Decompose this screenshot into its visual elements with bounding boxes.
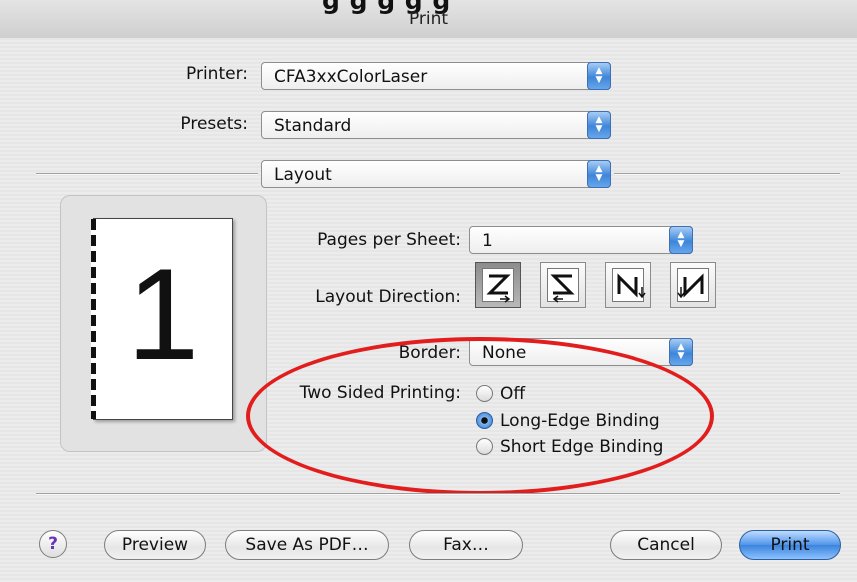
popup-arrows-icon: ▲ ▼ — [669, 226, 693, 254]
reverse-z-order-icon — [550, 274, 575, 303]
cancel-button[interactable]: Cancel — [610, 530, 722, 560]
two-sided-label: Two Sided Printing: — [299, 383, 461, 403]
radio-long-edge-label: Long-Edge Binding — [500, 411, 660, 431]
reverse-n-order-icon — [677, 273, 704, 299]
direction-reverse-z-button[interactable] — [540, 262, 586, 308]
printer-popup[interactable]: CFA3xxColorLaser ▲ ▼ — [261, 62, 611, 90]
presets-label: Presets: — [180, 114, 248, 134]
preview-paper: 1 — [91, 218, 233, 420]
radio-button-selected[interactable] — [476, 412, 493, 429]
printer-value: CFA3xxColorLaser — [274, 67, 428, 87]
separator-left — [36, 173, 258, 175]
layout-direction-label: Layout Direction: — [315, 287, 461, 307]
separator-right — [614, 173, 840, 175]
presets-popup[interactable]: Standard ▲ ▼ — [261, 111, 611, 139]
n-order-icon — [617, 273, 646, 299]
direction-n-button[interactable] — [605, 262, 651, 308]
print-button[interactable]: Print — [739, 530, 841, 560]
help-button[interactable]: ? — [39, 530, 67, 558]
radio-off-label: Off — [500, 384, 526, 404]
printer-label: Printer: — [186, 64, 248, 84]
preview-button[interactable]: Preview — [104, 530, 206, 560]
window-title: Print — [408, 9, 449, 29]
save-as-pdf-button[interactable]: Save As PDF… — [225, 530, 389, 560]
z-order-icon — [486, 274, 511, 303]
pane-value: Layout — [274, 165, 332, 185]
presets-value: Standard — [274, 116, 352, 136]
popup-arrows-icon: ▲ ▼ — [669, 338, 693, 366]
border-value: None — [482, 343, 527, 363]
pages-per-sheet-label: Pages per Sheet: — [317, 230, 461, 250]
direction-z-button[interactable] — [475, 262, 521, 308]
popup-arrows-icon: ▲ ▼ — [587, 111, 611, 139]
popup-arrows-icon: ▲ ▼ — [587, 62, 611, 90]
radio-short-edge-label: Short Edge Binding — [500, 437, 664, 457]
pages-per-sheet-popup[interactable]: 1 ▲ ▼ — [469, 226, 693, 254]
border-label: Border: — [398, 343, 461, 363]
bottom-separator — [36, 493, 840, 495]
popup-arrows-icon: ▲ ▼ — [587, 160, 611, 188]
preview-page-number: 1 — [126, 241, 200, 387]
direction-reverse-n-button[interactable] — [670, 262, 716, 308]
window-titlebar: g g g g g Print — [0, 0, 857, 39]
pages-per-sheet-value: 1 — [482, 231, 493, 251]
fax-button[interactable]: Fax… — [409, 530, 523, 560]
radio-button[interactable] — [476, 385, 493, 402]
border-popup[interactable]: None ▲ ▼ — [469, 338, 693, 366]
radio-button[interactable] — [476, 438, 493, 455]
pane-popup[interactable]: Layout ▲ ▼ — [261, 160, 611, 188]
page-preview: 1 — [60, 195, 267, 452]
